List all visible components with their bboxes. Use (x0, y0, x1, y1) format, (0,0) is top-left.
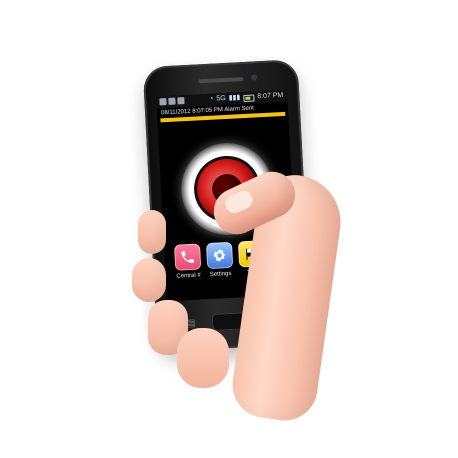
app-notification-icon (177, 97, 185, 105)
network-indicator: 5G (216, 94, 226, 103)
phone-handset-icon (181, 251, 194, 263)
app-notification-icon (159, 98, 167, 106)
dock-item-central[interactable]: Central # (172, 243, 204, 285)
status-left-icons (159, 97, 185, 106)
dock-item-settings[interactable]: Settings (204, 241, 236, 284)
gear-icon (213, 249, 226, 262)
scene: ◔ 5G ▮▮▮ 8:07 PM 08/11/2012 8:07:05 PM A… (0, 0, 458, 458)
wifi-icon: ◔ (209, 95, 214, 103)
phone-icon (173, 243, 202, 271)
hand-finger (132, 258, 166, 302)
dock-label-settings: Settings (209, 270, 232, 279)
hand-finger (177, 328, 229, 388)
phone-earpiece (198, 76, 244, 84)
battery-icon (243, 93, 255, 102)
dock-label-central: Central # (176, 272, 201, 280)
status-time: 8:07 PM (257, 91, 284, 101)
settings-icon (205, 241, 234, 270)
hand-finger (138, 210, 166, 254)
app-notification-icon (168, 97, 176, 105)
signal-icon: ▮▮▮ (228, 94, 241, 102)
front-camera (251, 74, 258, 81)
